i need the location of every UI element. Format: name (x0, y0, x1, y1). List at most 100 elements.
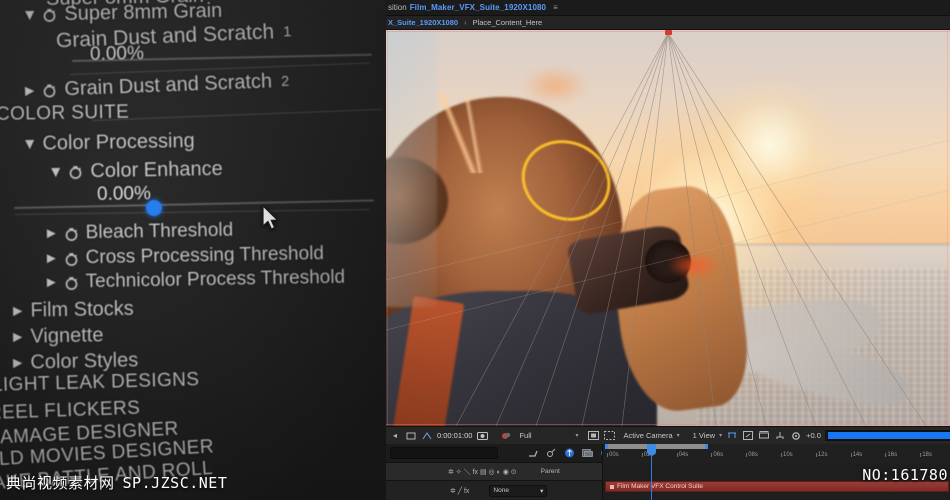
effect-property-row[interactable]: ► Bleach Threshold (44, 220, 234, 245)
chevron-right-icon[interactable]: ► (44, 226, 59, 242)
motion-blur-icon[interactable] (564, 448, 575, 459)
chevron-right-icon[interactable]: ► (10, 354, 26, 372)
resolution-value[interactable]: Full (519, 431, 571, 440)
ruler-tick-label: 12s (817, 452, 828, 458)
parent-select-value: None (493, 487, 509, 494)
views-value[interactable]: 1 View (693, 431, 715, 440)
comp-flowchart-icon[interactable] (774, 430, 786, 442)
exposure-slider[interactable] (824, 430, 950, 441)
stopwatch-icon[interactable] (64, 275, 79, 290)
pixel-aspect-icon[interactable] (726, 430, 738, 442)
ruler-tick-label: 06s (713, 452, 724, 458)
chevron-right-icon[interactable]: ► (44, 251, 59, 267)
effect-property-row[interactable]: COLOR SUITE (0, 102, 129, 126)
effect-property-label: LIGHT LEAK DESIGNS (0, 369, 200, 396)
chevron-down-icon[interactable]: ▼ (22, 6, 38, 24)
effect-property-row[interactable]: 0.00% (97, 183, 151, 206)
toggle-guides-icon[interactable] (603, 430, 615, 442)
views-caret-icon[interactable]: ▾ (719, 432, 722, 439)
effect-property-row[interactable]: ► Film Stocks (10, 298, 134, 323)
breadcrumb-item[interactable]: Place_Content_Here (473, 18, 543, 27)
composition-workspace: sition Film_Maker_VFX_Suite_1920X1080 ≡ … (386, 0, 950, 500)
reset-exposure-icon[interactable] (790, 430, 802, 442)
ruler-tick-label: 18s (922, 452, 932, 458)
breadcrumb[interactable]: X_Suite_1920X1080 ‹ Place_Content_Here (386, 16, 950, 30)
effect-property-label: Color Processing (42, 130, 195, 155)
after-effects-window: Super 8mm Grain▼Super 8mm GrainGrain Dus… (0, 0, 950, 500)
parent-column-label: Parent (540, 468, 560, 475)
effect-property-row[interactable]: ▼ Color Processing (22, 130, 195, 156)
magnification-icon[interactable]: ◂ (389, 430, 401, 442)
chevron-right-icon[interactable]: ► (10, 328, 26, 346)
stopwatch-icon[interactable] (64, 251, 79, 266)
stopwatch-icon[interactable] (68, 165, 83, 180)
work-area-bar[interactable] (605, 444, 708, 449)
transparency-grid-icon[interactable] (421, 430, 433, 442)
panel-menu-icon[interactable]: ≡ (553, 3, 558, 12)
effect-controls-panel[interactable]: Super 8mm Grain▼Super 8mm GrainGrain Dus… (0, 0, 386, 500)
layer-handle-icon (610, 484, 614, 489)
breadcrumb-comp[interactable]: X_Suite_1920X1080 (388, 18, 458, 27)
current-timecode[interactable]: 0:00:01:00 (437, 431, 472, 440)
effect-property-label: Super 8mm Grain (64, 0, 223, 26)
effect-property-row[interactable]: ► Technicolor Process Threshold (44, 267, 345, 294)
chevron-down-icon[interactable]: ▼ (48, 163, 64, 181)
effect-property-row[interactable]: ► Grain Dust and Scratch 2 (22, 70, 290, 103)
watermark-site-name-cn: 典尚视频素材网 (6, 474, 115, 492)
effect-property-label: Bleach Threshold (85, 219, 234, 244)
effect-property-label: Technicolor Process Threshold (85, 266, 346, 293)
effect-property-label: REEL FLICKERS (0, 397, 141, 424)
timeline-icon[interactable] (758, 430, 770, 442)
breadcrumb-separator-icon: ‹ (464, 18, 467, 27)
camera-caret-icon[interactable]: ▾ (677, 432, 680, 439)
effect-property-row[interactable]: 0.00% (90, 43, 144, 66)
shy-icon[interactable] (528, 448, 539, 459)
effect-property-index: 2 (280, 73, 290, 90)
show-snapshot-icon[interactable] (500, 430, 512, 442)
color-enhance-slider-knob[interactable] (146, 200, 162, 216)
effect-property-row[interactable]: ► Cross Processing Threshold (44, 243, 324, 270)
snapshot-icon[interactable] (476, 430, 488, 442)
effect-property-row[interactable]: ► Vignette (10, 324, 104, 349)
chevron-right-icon[interactable]: ► (22, 82, 38, 101)
stopwatch-icon[interactable] (42, 7, 57, 23)
panel-tab-bar[interactable]: sition Film_Maker_VFX_Suite_1920X1080 ≡ (386, 0, 950, 16)
color-enhance-slider-track[interactable] (13, 199, 374, 209)
stopwatch-icon[interactable] (42, 83, 58, 99)
exposure-value[interactable]: +0.0 (806, 431, 821, 440)
ruler-tick (885, 453, 887, 457)
graph-editor-icon[interactable] (582, 448, 593, 459)
ruler-tick (781, 453, 782, 457)
region-of-interest-icon[interactable] (405, 430, 417, 442)
parent-select[interactable]: None ▾ (489, 484, 548, 497)
playhead[interactable] (647, 444, 656, 500)
resolution-caret-icon[interactable]: ▾ (575, 432, 578, 439)
ruler-tick-label: 16s (887, 452, 898, 458)
fast-previews-icon[interactable] (742, 430, 754, 442)
chevron-right-icon[interactable]: ► (44, 275, 59, 291)
frame-blend-icon[interactable] (546, 448, 557, 459)
camera-value[interactable]: Active Camera (623, 431, 672, 440)
timeline-layer-row[interactable]: ✲ ╱ fx None ▾ (386, 481, 602, 500)
timeline-column-header: ✲ ✧ ＼ fx ▤ ◎ ◐ ◉ ⊙ Parent (386, 463, 602, 481)
timeline-search-input[interactable] (390, 447, 498, 459)
tab-composition[interactable]: Film_Maker_VFX_Suite_1920X1080 (410, 3, 546, 12)
effect-property-label: Vignette (30, 324, 104, 348)
chevron-down-icon[interactable]: ▼ (22, 135, 38, 153)
chevron-right-icon[interactable]: ► (10, 302, 26, 320)
ruler-tick (607, 453, 608, 457)
ruler-tick-label: 00s (609, 452, 619, 458)
composition-viewer[interactable] (386, 30, 950, 426)
stopwatch-icon[interactable] (64, 226, 79, 241)
effect-property-row[interactable]: LIGHT LEAK DESIGNS (0, 369, 200, 397)
effect-property-label: Color Styles (30, 349, 139, 374)
ruler-tick-label: 10s (783, 452, 793, 458)
toggle-mask-icon[interactable] (587, 430, 599, 442)
effect-property-label: Grain Dust and Scratch (63, 70, 273, 101)
mouse-pointer (262, 205, 279, 230)
effect-property-row[interactable]: ▼ Color Enhance (48, 158, 223, 184)
playhead-handle[interactable] (647, 444, 656, 455)
layer-row-switch-glyphs[interactable]: ✲ ╱ fx (450, 487, 469, 495)
viewer-toolbar[interactable]: ◂ 0:00:01:00 Full ▾ Active Camera ▾ 1 Vi… (386, 426, 950, 444)
effect-property-label: 0.00% (89, 43, 145, 65)
